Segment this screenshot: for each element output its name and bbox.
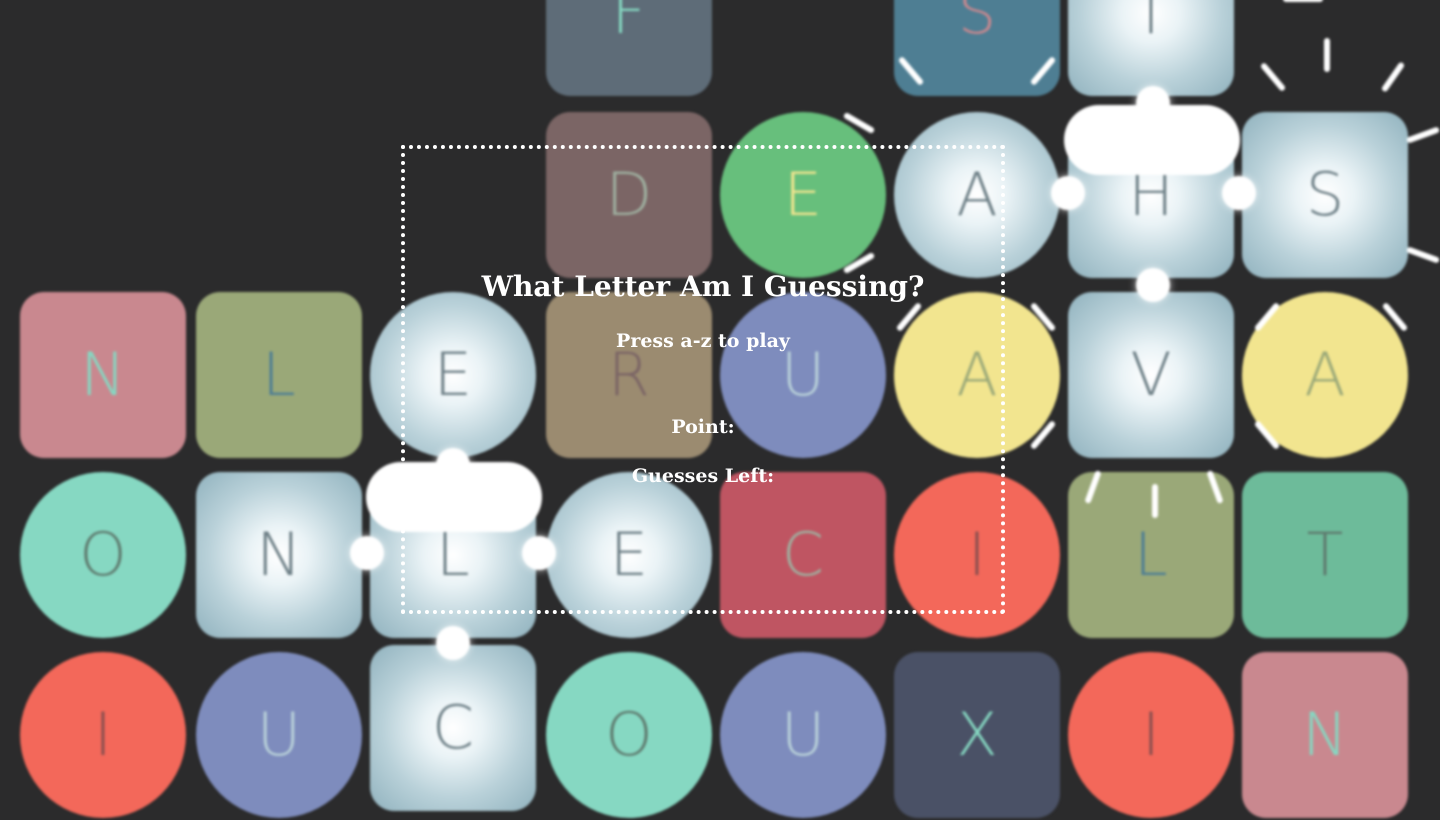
glow-node <box>350 536 384 570</box>
guesses-left-label: Guesses Left: <box>631 465 775 487</box>
sparkle-ray <box>1380 61 1406 93</box>
tile-r3-c7: T <box>1242 472 1408 638</box>
tile-r4-c2: C <box>370 645 536 811</box>
tile-r1-c7: S <box>1242 112 1408 278</box>
tile-r4-c6: I <box>1068 652 1234 818</box>
tile-r3-c6: L <box>1068 472 1234 638</box>
tile-r4-c0: I <box>20 652 186 818</box>
tile-r4-c4: U <box>720 652 886 818</box>
sparkle-ray <box>1405 246 1440 264</box>
tile-r2-c0: N <box>20 292 186 458</box>
tile-r0-c6: T <box>1068 0 1234 96</box>
glow-node <box>436 626 470 660</box>
tile-r3-c0: O <box>20 472 186 638</box>
sparkle-ray <box>1324 38 1330 72</box>
game-instruction: Press a-z to play <box>616 330 790 352</box>
tile-r4-c3: O <box>546 652 712 818</box>
tile-r4-c5: X <box>894 652 1060 818</box>
tile-r4-c7: N <box>1242 652 1408 818</box>
sparkle-ray <box>1405 126 1440 144</box>
game-title: What Letter Am I Guessing? <box>481 270 925 303</box>
glow-node <box>1136 86 1170 120</box>
sparkle-ray <box>1259 62 1287 92</box>
sparkle-ray <box>1283 0 1323 2</box>
sparkle-ray <box>1152 484 1158 518</box>
tile-r0-c3: F <box>546 0 712 96</box>
point-label: Point: <box>671 416 735 438</box>
glow-node <box>1051 176 1085 210</box>
tile-r2-c6: V <box>1068 292 1234 458</box>
glow-node <box>1222 176 1256 210</box>
glow-node <box>1136 268 1170 302</box>
tile-r4-c1: U <box>196 652 362 818</box>
game-panel-frame <box>401 145 1005 614</box>
tile-r3-c1: N <box>196 472 362 638</box>
tile-r2-c1: L <box>196 292 362 458</box>
